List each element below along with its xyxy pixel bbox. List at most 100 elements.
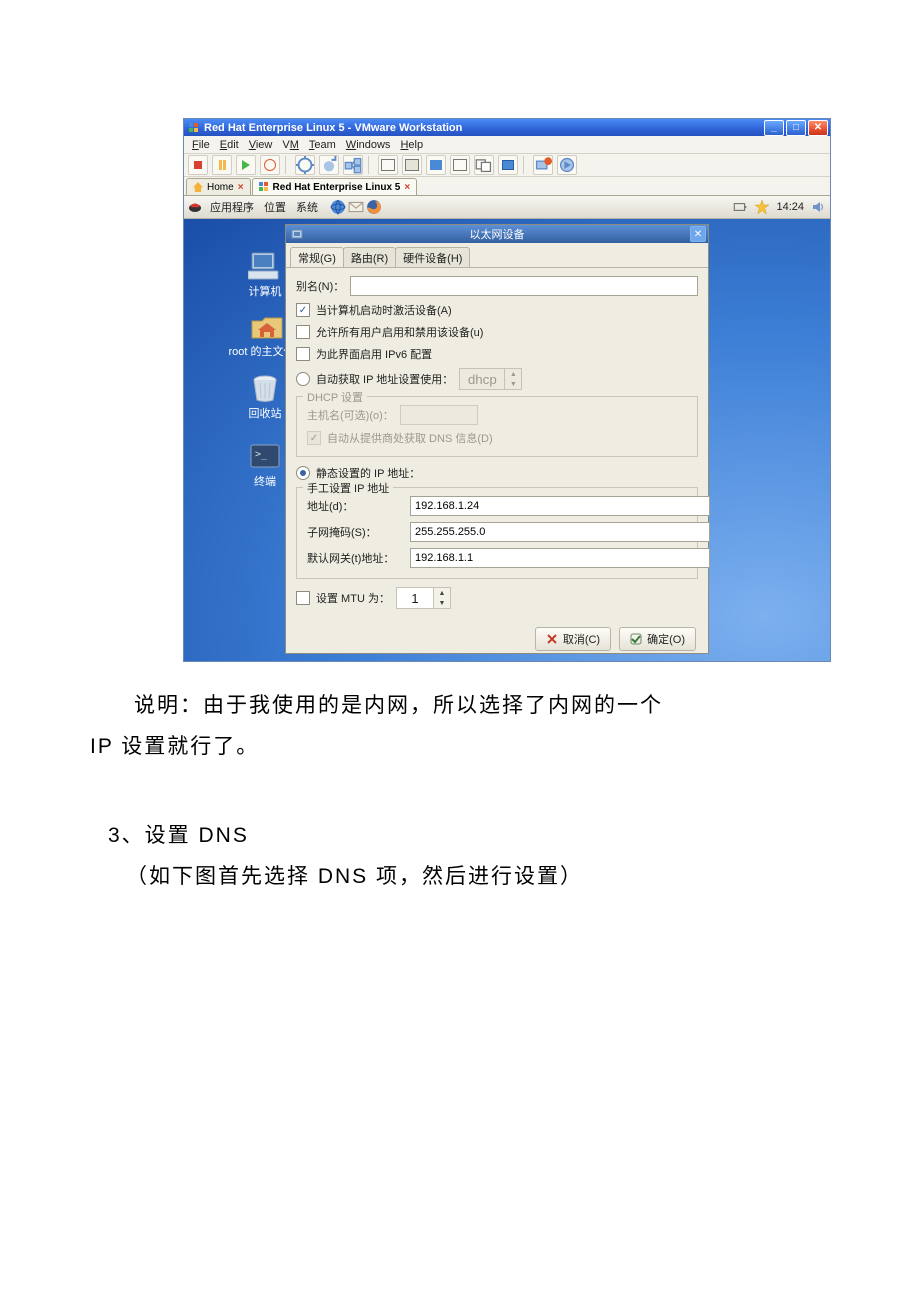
static-label: 静态设置的 IP 地址： <box>316 465 420 481</box>
menu-vm[interactable]: VM <box>282 139 299 151</box>
dialog-tabs: 常规(G) 路由(R) 硬件设备(H) <box>286 243 708 268</box>
mtu-label: 设置 MTU 为： <box>316 590 390 606</box>
ok-icon <box>630 633 642 645</box>
panel-applications[interactable]: 应用程序 <box>208 199 256 215</box>
terminal-icon: >_ <box>247 441 283 471</box>
dnsinfo-label: 自动从提供商处获取 DNS 信息(D) <box>327 430 493 446</box>
app-toolbar <box>184 154 830 177</box>
menu-view[interactable]: View <box>249 139 273 151</box>
trash-icon <box>247 373 283 403</box>
vm-icon <box>259 182 269 192</box>
ipv6-label: 为此界面启用 IPv6 配置 <box>316 346 432 362</box>
vmware-icon <box>188 122 200 134</box>
cancel-button[interactable]: 取消(C) <box>535 627 611 651</box>
network-icon <box>290 227 304 241</box>
browser-icon[interactable] <box>330 199 346 215</box>
nickname-label: 别名(N)： <box>296 278 344 294</box>
suspend-button[interactable] <box>212 155 232 175</box>
tab-hardware[interactable]: 硬件设备(H) <box>395 247 470 267</box>
autoip-value <box>459 368 505 390</box>
close-icon[interactable]: × <box>238 182 244 193</box>
manual-legend: 手工设置 IP 地址 <box>303 480 393 496</box>
view5-button[interactable] <box>474 155 494 175</box>
ok-button[interactable]: 确定(O) <box>619 627 696 651</box>
tab-route[interactable]: 路由(R) <box>343 247 396 267</box>
app-menu: FFileile Edit View VM Team Windows Help <box>184 136 830 154</box>
ethernet-dialog: 以太网设备 ✕ 常规(G) 路由(R) 硬件设备(H) 别名(N)： 当计算机启… <box>285 224 709 654</box>
document-body: 说明：由于我使用的是内网，所以选择了内网的一个 IP 设置就行了。 3、设置 D… <box>84 686 836 898</box>
activate-checkbox[interactable] <box>296 303 310 317</box>
mtu-input[interactable] <box>396 587 434 609</box>
vm-tabs: Home × Red Hat Enterprise Linux 5 × <box>184 177 830 196</box>
revert-button[interactable] <box>319 155 339 175</box>
mtu-checkbox[interactable] <box>296 591 310 605</box>
address-label: 地址(d)： <box>307 498 402 514</box>
activate-label: 当计算机启动时激活设备(A) <box>316 302 452 318</box>
autoip-label: 自动获取 IP 地址设置使用： <box>316 371 453 387</box>
manual-fieldset: 手工设置 IP 地址 地址(d)： 子网掩码(S)： 默认网关(t)地址： <box>296 487 698 579</box>
window-titlebar: Red Hat Enterprise Linux 5 - VMware Work… <box>184 119 830 136</box>
ipv6-checkbox[interactable] <box>296 347 310 361</box>
dhcp-legend: DHCP 设置 <box>303 389 367 405</box>
snapmgr-button[interactable] <box>343 155 363 175</box>
close-icon[interactable]: × <box>404 182 410 193</box>
maximize-button[interactable]: □ <box>786 120 806 136</box>
menu-file[interactable]: FFileile <box>192 139 210 151</box>
panel-clock[interactable]: 14:24 <box>776 201 804 213</box>
mail-icon[interactable] <box>348 199 364 215</box>
snapshot-button[interactable] <box>295 155 315 175</box>
dialog-close-button[interactable]: ✕ <box>690 226 706 242</box>
nickname-input[interactable] <box>350 276 698 296</box>
replay-button[interactable] <box>557 155 577 175</box>
battery-icon[interactable] <box>732 199 748 215</box>
gnome-panel: 应用程序 位置 系统 14:24 <box>184 196 830 219</box>
tab-rhel[interactable]: Red Hat Enterprise Linux 5 × <box>252 178 418 195</box>
view1-button[interactable] <box>378 155 398 175</box>
paragraph: 说明：由于我使用的是内网，所以选择了内网的一个 <box>90 686 836 727</box>
home-icon <box>193 182 203 192</box>
menu-help[interactable]: Help <box>400 139 423 151</box>
dhcp-fieldset: DHCP 设置 主机名(可选)(o)： 自动从提供商处获取 DNS 信息(D) <box>296 396 698 457</box>
computer-icon <box>247 251 283 281</box>
folder-home-icon <box>249 311 285 341</box>
view3-button[interactable] <box>426 155 446 175</box>
allowusers-checkbox[interactable] <box>296 325 310 339</box>
netmask-input[interactable] <box>410 522 710 542</box>
window-title: Red Hat Enterprise Linux 5 - VMware Work… <box>204 122 764 134</box>
autoip-select: ▲▼ <box>459 368 522 390</box>
poweron-button[interactable] <box>236 155 256 175</box>
poweroff-button[interactable] <box>188 155 208 175</box>
mtu-spinner[interactable]: ▲▼ <box>396 587 451 609</box>
tab-home[interactable]: Home × <box>186 178 251 195</box>
gnome-desktop: 计算机 root 的主文件夹 回收站 >_ 终端 以太网设备 ✕ <box>184 219 830 661</box>
view2-button[interactable] <box>402 155 422 175</box>
autoip-radio[interactable] <box>296 372 310 386</box>
hostname-label: 主机名(可选)(o)： <box>307 407 394 423</box>
address-input[interactable] <box>410 496 710 516</box>
close-button[interactable]: ✕ <box>808 120 828 136</box>
paragraph: （如下图首先选择 DNS 项，然后进行设置） <box>90 857 836 898</box>
panel-places[interactable]: 位置 <box>262 199 288 215</box>
volume-icon[interactable] <box>810 199 826 215</box>
panel-system[interactable]: 系统 <box>294 199 320 215</box>
tab-general[interactable]: 常规(G) <box>290 247 344 267</box>
reset-button[interactable] <box>260 155 280 175</box>
firefox-icon[interactable] <box>366 199 382 215</box>
updates-icon[interactable] <box>754 199 770 215</box>
menu-edit[interactable]: Edit <box>220 139 239 151</box>
minimize-button[interactable]: _ <box>764 120 784 136</box>
svg-text:>_: >_ <box>255 449 268 460</box>
view6-button[interactable] <box>498 155 518 175</box>
view4-button[interactable] <box>450 155 470 175</box>
static-radio[interactable] <box>296 466 310 480</box>
allowusers-label: 允许所有用户启用和禁用该设备(u) <box>316 324 483 340</box>
dialog-titlebar: 以太网设备 ✕ <box>286 225 708 243</box>
netmask-label: 子网掩码(S)： <box>307 524 402 540</box>
dialog-title: 以太网设备 <box>470 226 525 242</box>
record-button[interactable] <box>533 155 553 175</box>
paragraph: IP 设置就行了。 <box>90 727 836 768</box>
menu-team[interactable]: Team <box>309 139 336 151</box>
menu-windows[interactable]: Windows <box>346 139 391 151</box>
redhat-icon <box>188 200 202 214</box>
gateway-input[interactable] <box>410 548 710 568</box>
